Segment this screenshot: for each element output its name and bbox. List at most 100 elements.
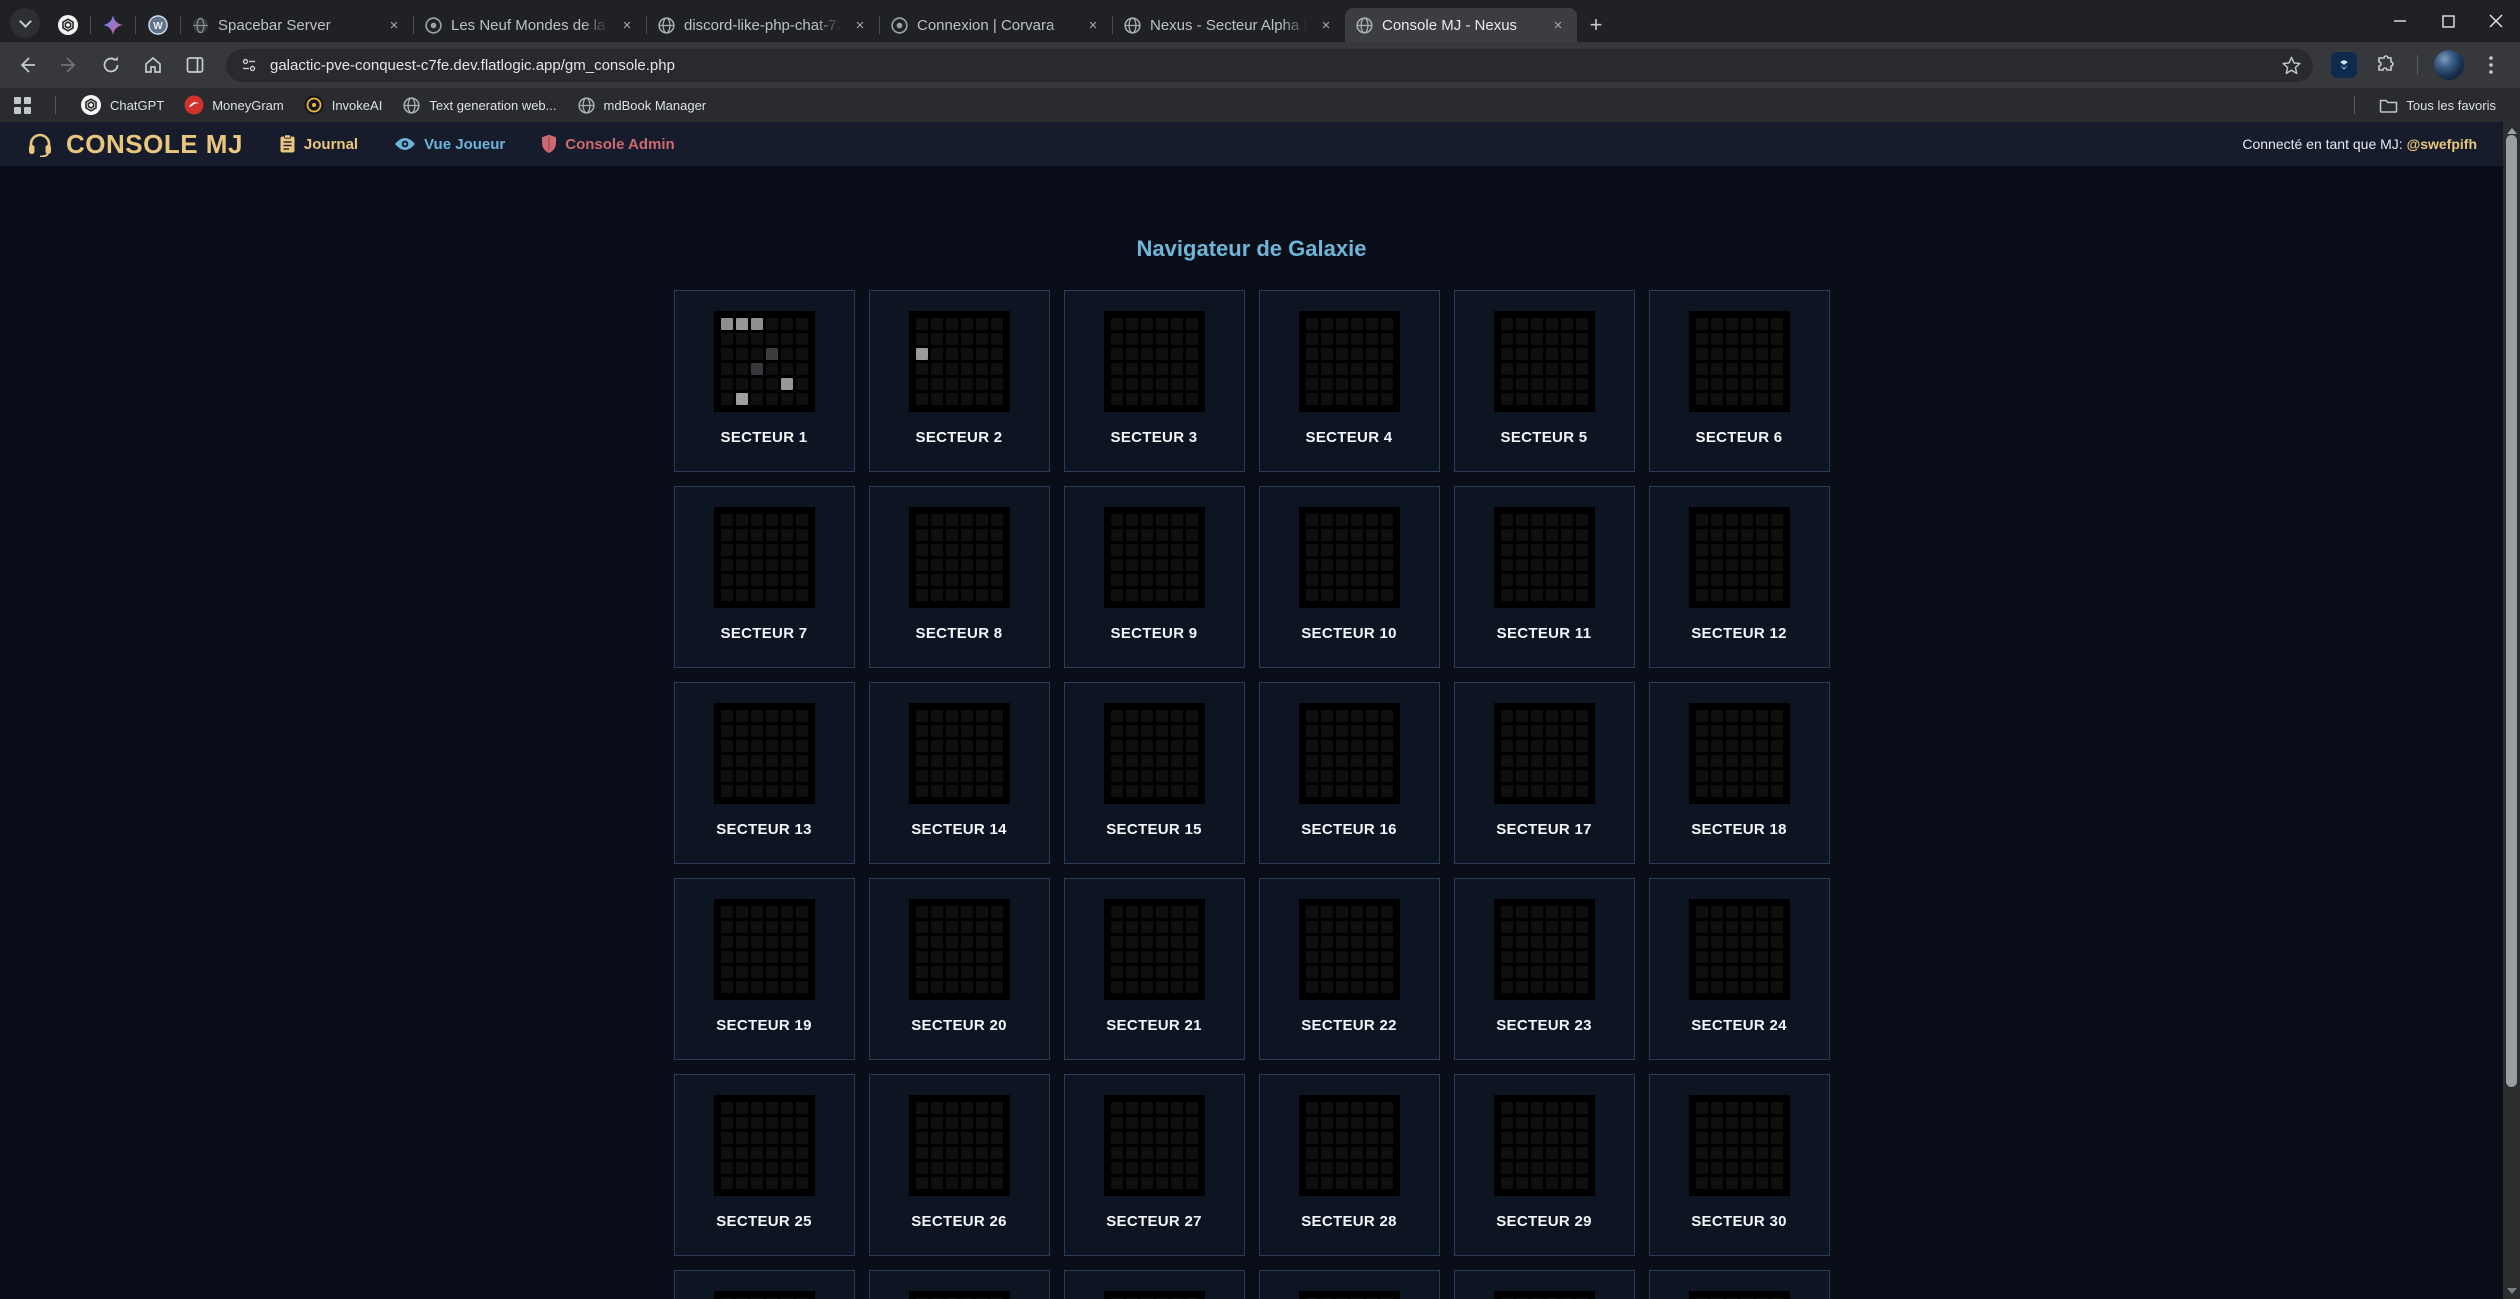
nav-link-journal[interactable]: Journal xyxy=(279,134,358,154)
nav-link-shield[interactable]: Console Admin xyxy=(541,134,674,154)
sector-card-27[interactable]: SECTEUR 27 xyxy=(1064,1074,1245,1256)
tab-close-icon[interactable]: × xyxy=(1315,14,1337,36)
mini-map-cell xyxy=(1156,363,1168,375)
mini-map-cell xyxy=(1741,363,1753,375)
sector-card-5[interactable]: SECTEUR 5 xyxy=(1454,290,1635,472)
apps-grid-icon[interactable] xyxy=(14,97,31,114)
sector-card-21[interactable]: SECTEUR 21 xyxy=(1064,878,1245,1060)
bookmark-item[interactable]: Text generation web... xyxy=(392,92,566,118)
nav-link-eye[interactable]: Vue Joueur xyxy=(394,136,505,153)
tab-close-icon[interactable]: × xyxy=(1082,14,1104,36)
mini-map-cell xyxy=(1186,921,1198,933)
sector-card-20[interactable]: SECTEUR 20 xyxy=(869,878,1050,1060)
bookmark-item[interactable]: InvokeAI xyxy=(294,92,393,118)
reload-button[interactable] xyxy=(92,46,130,84)
sector-card-31[interactable]: SECTEUR 31 xyxy=(674,1270,855,1299)
sector-card-15[interactable]: SECTEUR 15 xyxy=(1064,682,1245,864)
sector-card-22[interactable]: SECTEUR 22 xyxy=(1259,878,1440,1060)
address-bar[interactable]: galactic-pve-conquest-c7fe.dev.flatlogic… xyxy=(226,49,2313,82)
sector-card-19[interactable]: SECTEUR 19 xyxy=(674,878,855,1060)
sector-card-13[interactable]: SECTEUR 13 xyxy=(674,682,855,864)
new-tab-button[interactable]: + xyxy=(1577,8,1615,42)
sector-card-1[interactable]: SECTEUR 1 xyxy=(674,290,855,472)
sector-card-10[interactable]: SECTEUR 10 xyxy=(1259,486,1440,668)
sector-card-18[interactable]: SECTEUR 18 xyxy=(1649,682,1830,864)
mini-map-cell xyxy=(1501,981,1513,993)
bookmark-item[interactable]: mdBook Manager xyxy=(567,92,717,118)
all-bookmarks-button[interactable]: Tous les favoris xyxy=(2369,92,2506,118)
browser-tab[interactable]: Les Neuf Mondes de la Mythologie× xyxy=(414,8,646,42)
sector-card-4[interactable]: SECTEUR 4 xyxy=(1259,290,1440,472)
bookmark-star-icon[interactable] xyxy=(2275,49,2307,81)
sector-card-32[interactable]: SECTEUR 32 xyxy=(869,1270,1050,1299)
url-text[interactable]: galactic-pve-conquest-c7fe.dev.flatlogic… xyxy=(270,57,2275,74)
bookmark-item[interactable]: MoneyGram xyxy=(174,92,294,118)
sector-card-3[interactable]: SECTEUR 3 xyxy=(1064,290,1245,472)
maximize-button[interactable] xyxy=(2424,0,2472,42)
sector-card-17[interactable]: SECTEUR 17 xyxy=(1454,682,1635,864)
pinned-tab-wordpress[interactable]: W xyxy=(136,8,180,42)
sector-card-36[interactable]: SECTEUR 36 xyxy=(1649,1270,1830,1299)
mini-map-cell xyxy=(1576,393,1588,405)
sector-card-33[interactable]: SECTEUR 33 xyxy=(1064,1270,1245,1299)
sector-card-29[interactable]: SECTEUR 29 xyxy=(1454,1074,1635,1256)
side-panel-button[interactable] xyxy=(176,46,214,84)
close-window-button[interactable] xyxy=(2472,0,2520,42)
back-button[interactable] xyxy=(8,46,46,84)
browser-tab[interactable]: Connexion | Corvara× xyxy=(880,8,1112,42)
home-button[interactable] xyxy=(134,46,172,84)
sector-card-9[interactable]: SECTEUR 9 xyxy=(1064,486,1245,668)
site-logo[interactable]: CONSOLE MJ xyxy=(26,129,243,160)
mini-map-cell xyxy=(1741,966,1753,978)
browser-tab[interactable]: discord-like-php-chat-7262.dev× xyxy=(647,8,879,42)
sector-card-28[interactable]: SECTEUR 28 xyxy=(1259,1074,1440,1256)
tab-close-icon[interactable]: × xyxy=(1547,14,1569,36)
sector-card-12[interactable]: SECTEUR 12 xyxy=(1649,486,1830,668)
sector-card-2[interactable]: SECTEUR 2 xyxy=(869,290,1050,472)
browser-tab[interactable]: Nexus - Secteur Alpha [G1]× xyxy=(1113,8,1345,42)
sector-card-8[interactable]: SECTEUR 8 xyxy=(869,486,1050,668)
tab-close-icon[interactable]: × xyxy=(849,14,871,36)
sector-card-25[interactable]: SECTEUR 25 xyxy=(674,1074,855,1256)
browser-tab[interactable]: Console MJ - Nexus× xyxy=(1345,8,1577,42)
sector-card-16[interactable]: SECTEUR 16 xyxy=(1259,682,1440,864)
mini-map-cell xyxy=(751,906,763,918)
sector-card-34[interactable]: SECTEUR 34 xyxy=(1259,1270,1440,1299)
mini-map-cell xyxy=(1156,348,1168,360)
sector-card-23[interactable]: SECTEUR 23 xyxy=(1454,878,1635,1060)
sector-card-35[interactable]: SECTEUR 35 xyxy=(1454,1270,1635,1299)
sector-card-11[interactable]: SECTEUR 11 xyxy=(1454,486,1635,668)
mini-map-cell xyxy=(1756,318,1768,330)
sector-card-26[interactable]: SECTEUR 26 xyxy=(869,1074,1050,1256)
sector-card-24[interactable]: SECTEUR 24 xyxy=(1649,878,1830,1060)
mini-map-cell xyxy=(1771,740,1783,752)
sector-card-30[interactable]: SECTEUR 30 xyxy=(1649,1074,1830,1256)
bookmark-item[interactable]: ChatGPT xyxy=(70,92,174,118)
scrollbar-thumb[interactable] xyxy=(2506,135,2517,1087)
tab-close-icon[interactable]: × xyxy=(616,14,638,36)
mini-map-cell xyxy=(1771,770,1783,782)
forward-button[interactable] xyxy=(50,46,88,84)
mini-map-cell xyxy=(1696,393,1708,405)
extensions-puzzle-button[interactable] xyxy=(2367,46,2405,84)
mini-map-cell xyxy=(1111,1177,1123,1189)
mini-map-cell xyxy=(1741,770,1753,782)
sector-card-6[interactable]: SECTEUR 6 xyxy=(1649,290,1830,472)
tab-search-button[interactable] xyxy=(10,8,40,38)
scrollbar-down-arrow[interactable] xyxy=(2503,1282,2520,1299)
minimize-button[interactable] xyxy=(2376,0,2424,42)
pinned-tab-chatgpt[interactable] xyxy=(46,8,90,42)
mini-map-cell xyxy=(721,981,733,993)
site-settings-icon[interactable] xyxy=(240,56,258,74)
pinned-tab-gemini[interactable] xyxy=(91,8,135,42)
tab-close-icon[interactable]: × xyxy=(383,14,405,36)
sector-card-7[interactable]: SECTEUR 7 xyxy=(674,486,855,668)
mini-map-cell xyxy=(1501,785,1513,797)
page-scrollbar[interactable] xyxy=(2503,122,2520,1299)
sector-card-14[interactable]: SECTEUR 14 xyxy=(869,682,1050,864)
profile-avatar[interactable] xyxy=(2430,46,2468,84)
browser-tab[interactable]: Spacebar Server× xyxy=(181,8,413,42)
extension-badge-button[interactable] xyxy=(2325,46,2363,84)
mini-map-cell xyxy=(1576,966,1588,978)
browser-menu-button[interactable] xyxy=(2472,46,2510,84)
